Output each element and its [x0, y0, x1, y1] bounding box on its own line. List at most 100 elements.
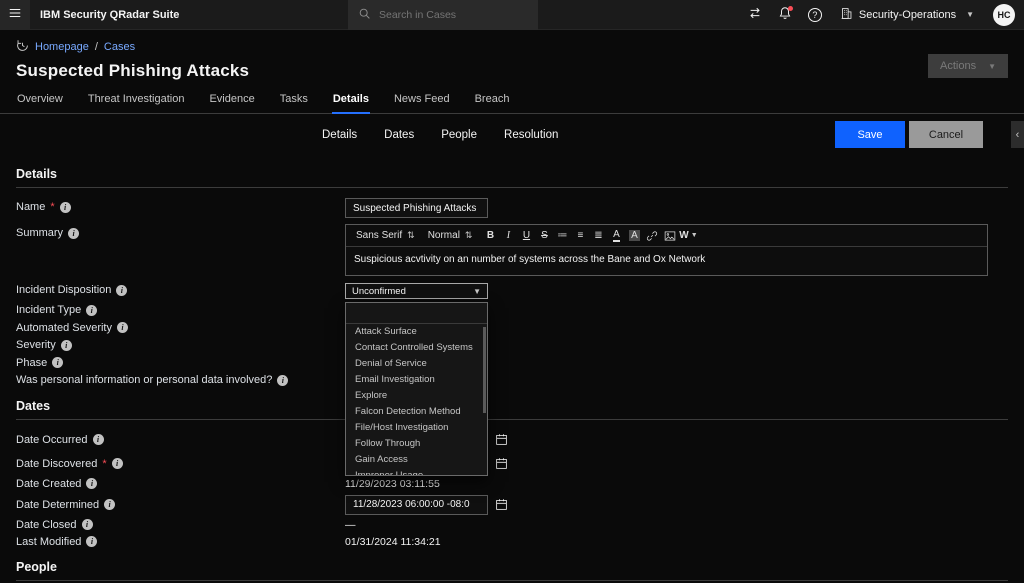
date-occurred-label: Date Occurred i: [16, 434, 345, 446]
updown-icon: ⇅: [407, 230, 415, 241]
dropdown-option[interactable]: Email Investigation: [346, 372, 487, 388]
breadcrumb-cases[interactable]: Cases: [104, 41, 135, 53]
dropdown-option[interactable]: Denial of Service: [346, 356, 487, 372]
date-closed-row: Date Closed i —: [16, 517, 1008, 534]
breadcrumb-homepage[interactable]: Homepage: [35, 41, 89, 53]
calendar-icon[interactable]: [495, 457, 508, 470]
tab-tasks[interactable]: Tasks: [279, 90, 309, 113]
font-family-select[interactable]: Sans Serif ⇅: [352, 230, 424, 241]
save-button[interactable]: Save: [835, 121, 905, 148]
info-icon[interactable]: i: [60, 202, 71, 213]
summary-editor-content[interactable]: Suspicious acvtivity on an number of sys…: [346, 247, 987, 275]
info-icon[interactable]: i: [93, 434, 104, 445]
incident-disposition-row: Incident Disposition i Unconfirmed ▼ Att…: [16, 283, 1008, 301]
info-icon[interactable]: i: [112, 458, 123, 469]
automated-severity-label-text: Automated Severity: [16, 322, 112, 334]
info-icon[interactable]: i: [117, 322, 128, 333]
incident-disposition-select[interactable]: Unconfirmed ▼: [345, 283, 488, 299]
bold-icon[interactable]: B: [481, 227, 499, 245]
dropdown-option-empty[interactable]: [346, 303, 487, 324]
cancel-button[interactable]: Cancel: [909, 121, 983, 148]
unordered-list-icon[interactable]: ≡: [571, 227, 589, 245]
last-modified-label: Last Modified i: [16, 534, 345, 548]
tab-news-feed[interactable]: News Feed: [393, 90, 451, 113]
page-title: Suspected Phishing Attacks: [0, 58, 1024, 90]
text-color-icon[interactable]: A: [613, 229, 620, 242]
automated-severity-label: Automated Severity i: [16, 319, 345, 334]
date-created-row: Date Created i 11/29/2023 03:11:55: [16, 476, 1008, 493]
switcher-button[interactable]: [740, 0, 770, 30]
info-icon[interactable]: i: [277, 375, 288, 386]
automated-severity-row: Automated Severity i: [16, 319, 1008, 337]
anchor-details[interactable]: Details: [322, 129, 357, 141]
collapse-panel-handle[interactable]: ‹: [1011, 121, 1024, 148]
info-icon[interactable]: i: [86, 478, 97, 489]
tab-threat-investigation[interactable]: Threat Investigation: [87, 90, 186, 113]
last-modified-value: 01/31/2024 11:34:21: [345, 534, 441, 548]
calendar-icon[interactable]: [495, 498, 508, 511]
dropdown-option[interactable]: Falcon Detection Method: [346, 404, 487, 420]
hamburger-menu-button[interactable]: [0, 0, 30, 30]
summary-rich-text-editor[interactable]: Sans Serif ⇅ Normal ⇅ B I U S ≔ ≡ ≣ A A: [345, 224, 988, 276]
dropdown-option[interactable]: Attack Surface: [346, 324, 487, 340]
help-button[interactable]: ?: [800, 0, 830, 30]
date-determined-input[interactable]: [345, 495, 488, 515]
personal-data-row: Was personal information or personal dat…: [16, 371, 1008, 389]
summary-row: Summary i Sans Serif ⇅ Normal ⇅ B I U S …: [16, 224, 1008, 276]
info-icon[interactable]: i: [68, 228, 79, 239]
wikipedia-glyph: W: [679, 230, 688, 241]
breadcrumb-separator: /: [95, 41, 98, 53]
info-icon[interactable]: i: [82, 519, 93, 530]
notification-dot: [788, 6, 793, 11]
font-size-select[interactable]: Normal ⇅: [424, 230, 482, 241]
editor-toolbar: Sans Serif ⇅ Normal ⇅ B I U S ≔ ≡ ≣ A A: [346, 225, 987, 247]
info-icon[interactable]: i: [86, 536, 97, 547]
severity-row: Severity i: [16, 336, 1008, 354]
calendar-icon[interactable]: [495, 433, 508, 446]
dates-form: Date Occurred i Date Discovered * i Date…: [0, 420, 1024, 551]
anchor-people[interactable]: People: [441, 129, 477, 141]
notifications-button[interactable]: [770, 0, 800, 30]
info-icon[interactable]: i: [52, 357, 63, 368]
highlight-icon[interactable]: A: [629, 230, 640, 241]
tab-details[interactable]: Details: [332, 90, 370, 114]
app-header: IBM Security QRadar Suite ? Security-Ope…: [0, 0, 1024, 30]
dropdown-option[interactable]: Explore: [346, 388, 487, 404]
search-input[interactable]: [379, 9, 519, 21]
italic-icon[interactable]: I: [499, 227, 517, 245]
dropdown-option[interactable]: Improper Usage: [346, 468, 487, 476]
dropdown-option[interactable]: Follow Through: [346, 436, 487, 452]
actions-button[interactable]: Actions ▼: [928, 54, 1008, 78]
image-icon[interactable]: [661, 227, 679, 245]
dropdown-scrollbar[interactable]: [483, 327, 486, 413]
info-icon[interactable]: i: [104, 499, 115, 510]
tab-overview[interactable]: Overview: [16, 90, 64, 113]
dropdown-option[interactable]: Gain Access: [346, 452, 487, 468]
tab-breach[interactable]: Breach: [474, 90, 511, 113]
strikethrough-icon[interactable]: S: [535, 227, 553, 245]
link-icon[interactable]: [643, 227, 661, 245]
anchor-dates[interactable]: Dates: [384, 129, 414, 141]
info-icon[interactable]: i: [61, 340, 72, 351]
help-icon: ?: [808, 8, 822, 22]
date-discovered-row: Date Discovered * i: [16, 452, 1008, 476]
recently-viewed-icon: [16, 39, 29, 55]
avatar[interactable]: HC: [993, 4, 1015, 26]
tab-evidence[interactable]: Evidence: [208, 90, 255, 113]
global-search[interactable]: [348, 0, 538, 30]
date-determined-row: Date Determined i: [16, 493, 1008, 517]
wikipedia-icon[interactable]: W ▼: [679, 227, 697, 245]
info-icon[interactable]: i: [116, 285, 127, 296]
underline-icon[interactable]: U: [517, 227, 535, 245]
date-closed-value: —: [345, 517, 356, 531]
anchor-resolution[interactable]: Resolution: [504, 129, 558, 141]
info-icon[interactable]: i: [86, 305, 97, 316]
account-switcher[interactable]: Security-Operations ▼: [830, 0, 984, 29]
dropdown-option[interactable]: File/Host Investigation: [346, 420, 487, 436]
name-input[interactable]: [345, 198, 488, 218]
account-name: Security-Operations: [859, 9, 956, 21]
font-size-value: Normal: [428, 230, 460, 241]
dropdown-option[interactable]: Contact Controlled Systems: [346, 340, 487, 356]
ordered-list-icon[interactable]: ≔: [553, 227, 571, 245]
align-icon[interactable]: ≣: [589, 227, 607, 245]
